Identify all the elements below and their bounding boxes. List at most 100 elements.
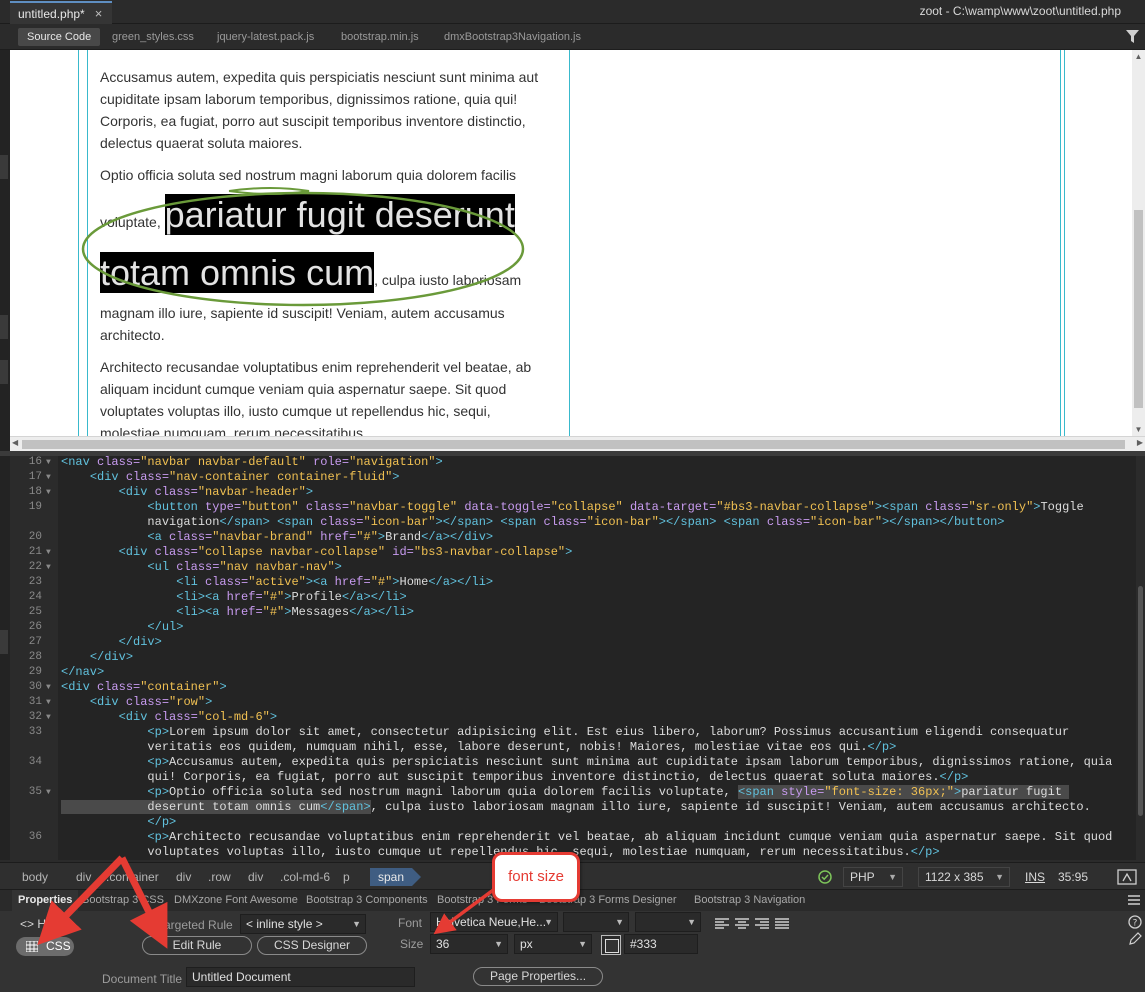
breadcrumb-col-md-6[interactable]: .col-md-6 [272, 868, 338, 886]
scroll-up-icon[interactable]: ▲ [1132, 52, 1145, 61]
code-line[interactable]: 27 </div> [10, 635, 1136, 650]
align-left-icon[interactable] [714, 917, 730, 931]
tab-bootstrap3-navigation[interactable]: Bootstrap 3 Navigation [688, 890, 811, 911]
related-file-jquery[interactable]: jquery-latest.pack.js [208, 28, 323, 46]
fold-arrow-icon[interactable]: ▼ [46, 785, 51, 800]
code-line[interactable]: 22 ▼ <ul class="nav navbar-nav"> [10, 560, 1136, 575]
filter-icon[interactable] [1126, 30, 1139, 43]
code-line[interactable]: navigation</span> <span class="icon-bar"… [10, 515, 1136, 530]
fold-arrow-icon[interactable]: ▼ [46, 470, 51, 485]
text-color-swatch[interactable] [601, 935, 621, 955]
breadcrumb-div[interactable]: div [240, 868, 271, 886]
code-line[interactable]: 31 ▼ <div class="row"> [10, 695, 1136, 710]
related-file-source-code[interactable]: Source Code [18, 28, 101, 46]
code-line[interactable]: 25 <li><a href="#">Messages</a></li> [10, 605, 1136, 620]
text-color-input[interactable]: #333 [624, 934, 698, 954]
fold-arrow-icon[interactable]: ▼ [46, 545, 51, 560]
fold-arrow-icon[interactable]: ▼ [46, 710, 51, 725]
column-guide [78, 50, 79, 436]
code-line[interactable]: 20 <a class="navbar-brand" href="#">Bran… [10, 530, 1136, 545]
code-line[interactable]: 36 <p>Architecto recusandae voluptatibus… [10, 830, 1136, 845]
code-line[interactable]: 23 <li class="active"><a href="#">Home</… [10, 575, 1136, 590]
tab-font-awesome[interactable]: DMXzone Font Awesome [168, 890, 304, 911]
code-line[interactable]: qui! Corporis, ea fugiat, porro aut susc… [10, 770, 1136, 785]
font-size-unit-select[interactable]: px ▼ [514, 934, 592, 954]
code-line[interactable]: 19 <button type="button" class="navbar-t… [10, 500, 1136, 515]
fold-arrow-icon[interactable]: ▼ [46, 695, 51, 710]
window-size-value: 1122 x 385 [925, 870, 984, 884]
help-icon[interactable]: ? [1128, 915, 1142, 929]
fold-arrow-icon[interactable]: ▼ [46, 680, 51, 695]
font-size-input[interactable]: 36 ▼ [430, 934, 508, 954]
related-file-bootstrap[interactable]: bootstrap.min.js [332, 28, 428, 46]
scroll-thumb[interactable] [1134, 210, 1143, 408]
code-line[interactable]: deserunt totam omnis cum</span>, culpa i… [10, 800, 1136, 815]
align-justify-icon[interactable] [774, 917, 790, 931]
font-style-select[interactable]: ▼ [563, 912, 629, 932]
insert-mode-indicator[interactable]: INS [1025, 870, 1045, 884]
code-view[interactable]: 16 ▼ <nav class="navbar navbar-default" ro… [10, 456, 1136, 860]
document-tab-bar: untitled.php* × zoot - C:\wamp\www\zoot\… [0, 0, 1145, 24]
css-designer-button[interactable]: CSS Designer [257, 936, 367, 955]
live-view-vertical-scrollbar[interactable]: ▲ ▼ [1132, 50, 1145, 436]
fold-arrow-icon[interactable]: ▼ [46, 560, 51, 575]
font-weight-select[interactable]: ▼ [635, 912, 701, 932]
preview-icon[interactable] [1117, 868, 1137, 886]
breadcrumb-row[interactable]: .row [200, 868, 239, 886]
line-number: 18 [28, 486, 42, 498]
page-properties-button[interactable]: Page Properties... [473, 967, 603, 986]
breadcrumb-container[interactable]: .container [98, 868, 167, 886]
code-line[interactable]: 32 ▼ <div class="col-md-6"> [10, 710, 1136, 725]
panel-menu-icon[interactable] [1127, 894, 1141, 906]
tab-properties[interactable]: Properties [12, 890, 79, 911]
code-line[interactable]: 30 ▼ <div class="container"> [10, 680, 1136, 695]
targeted-rule-select[interactable]: < inline style > ▼ [240, 914, 366, 934]
window-size-select[interactable]: 1122 x 385 ▼ [918, 867, 1010, 887]
code-line[interactable]: 21 ▼ <div class="collapse navbar-collapse… [10, 545, 1136, 560]
close-tab-icon[interactable]: × [95, 4, 103, 24]
code-line[interactable]: 34 <p>Accusamus autem, expedita quis per… [10, 755, 1136, 770]
font-family-select[interactable]: Helvetica Neue,He... ▼ [430, 912, 558, 932]
document-title-input[interactable]: Untitled Document [186, 967, 415, 987]
tab-bootstrap3-components[interactable]: Bootstrap 3 Components [300, 890, 434, 911]
scroll-down-icon[interactable]: ▼ [1132, 425, 1145, 434]
code-line[interactable]: </p> [10, 815, 1136, 830]
scroll-left-icon[interactable]: ◀ [12, 438, 18, 447]
related-file-dmx-navigation[interactable]: dmxBootstrap3Navigation.js [435, 28, 590, 46]
fold-arrow-icon[interactable]: ▼ [46, 485, 51, 500]
scroll-thumb[interactable] [1138, 586, 1143, 816]
code-line[interactable]: veritatis eos quidem, numquam nihil, ess… [10, 740, 1136, 755]
quick-edit-icon[interactable] [1128, 932, 1142, 946]
align-center-icon[interactable] [734, 917, 750, 931]
breadcrumb-body[interactable]: body [14, 868, 56, 886]
live-view-horizontal-scrollbar[interactable]: ◀ ▶ [10, 436, 1145, 451]
code-view-scrollbar[interactable] [1136, 456, 1145, 860]
code-line[interactable]: 18 ▼ <div class="navbar-header"> [10, 485, 1136, 500]
chevron-down-icon: ▼ [494, 939, 503, 949]
check-circle-icon[interactable] [818, 870, 832, 884]
code-line[interactable]: 33 <p>Lorem ipsum dolor sit amet, consec… [10, 725, 1136, 740]
html-mode-button[interactable]: <> HTML [20, 917, 70, 931]
fold-arrow-icon[interactable]: ▼ [46, 456, 51, 470]
code-line[interactable]: 16 ▼ <nav class="navbar navbar-default" ro… [10, 456, 1136, 470]
align-right-icon[interactable] [754, 917, 770, 931]
code-line[interactable]: 26 </ul> [10, 620, 1136, 635]
tab-bootstrap3-css[interactable]: Bootstrap 3 CSS [76, 890, 170, 911]
code-line[interactable]: 17 ▼ <div class="nav-container container-… [10, 470, 1136, 485]
breadcrumb-div[interactable]: div [168, 868, 199, 886]
scroll-right-icon[interactable]: ▶ [1137, 438, 1143, 447]
breadcrumb-p[interactable]: p [335, 868, 358, 886]
code-line[interactable]: 28 </div> [10, 650, 1136, 665]
breadcrumb-span[interactable]: span [370, 868, 422, 886]
live-view[interactable]: Accusamus autem, expedita quis perspicia… [10, 50, 1132, 436]
breadcrumb-div[interactable]: div [68, 868, 99, 886]
code-line[interactable]: 29 </nav> [10, 665, 1136, 680]
document-type-select[interactable]: PHP ▼ [843, 867, 903, 887]
scroll-thumb[interactable] [22, 440, 1125, 449]
related-file-green-styles[interactable]: green_styles.css [103, 28, 203, 46]
css-mode-button[interactable]: CSS [16, 937, 74, 956]
code-line[interactable]: 35 ▼ <p>Optio officia soluta sed nostrum … [10, 785, 1136, 800]
code-line[interactable]: 24 <li><a href="#">Profile</a></li> [10, 590, 1136, 605]
document-tab[interactable]: untitled.php* × [10, 1, 113, 24]
edit-rule-button[interactable]: Edit Rule [142, 936, 252, 955]
